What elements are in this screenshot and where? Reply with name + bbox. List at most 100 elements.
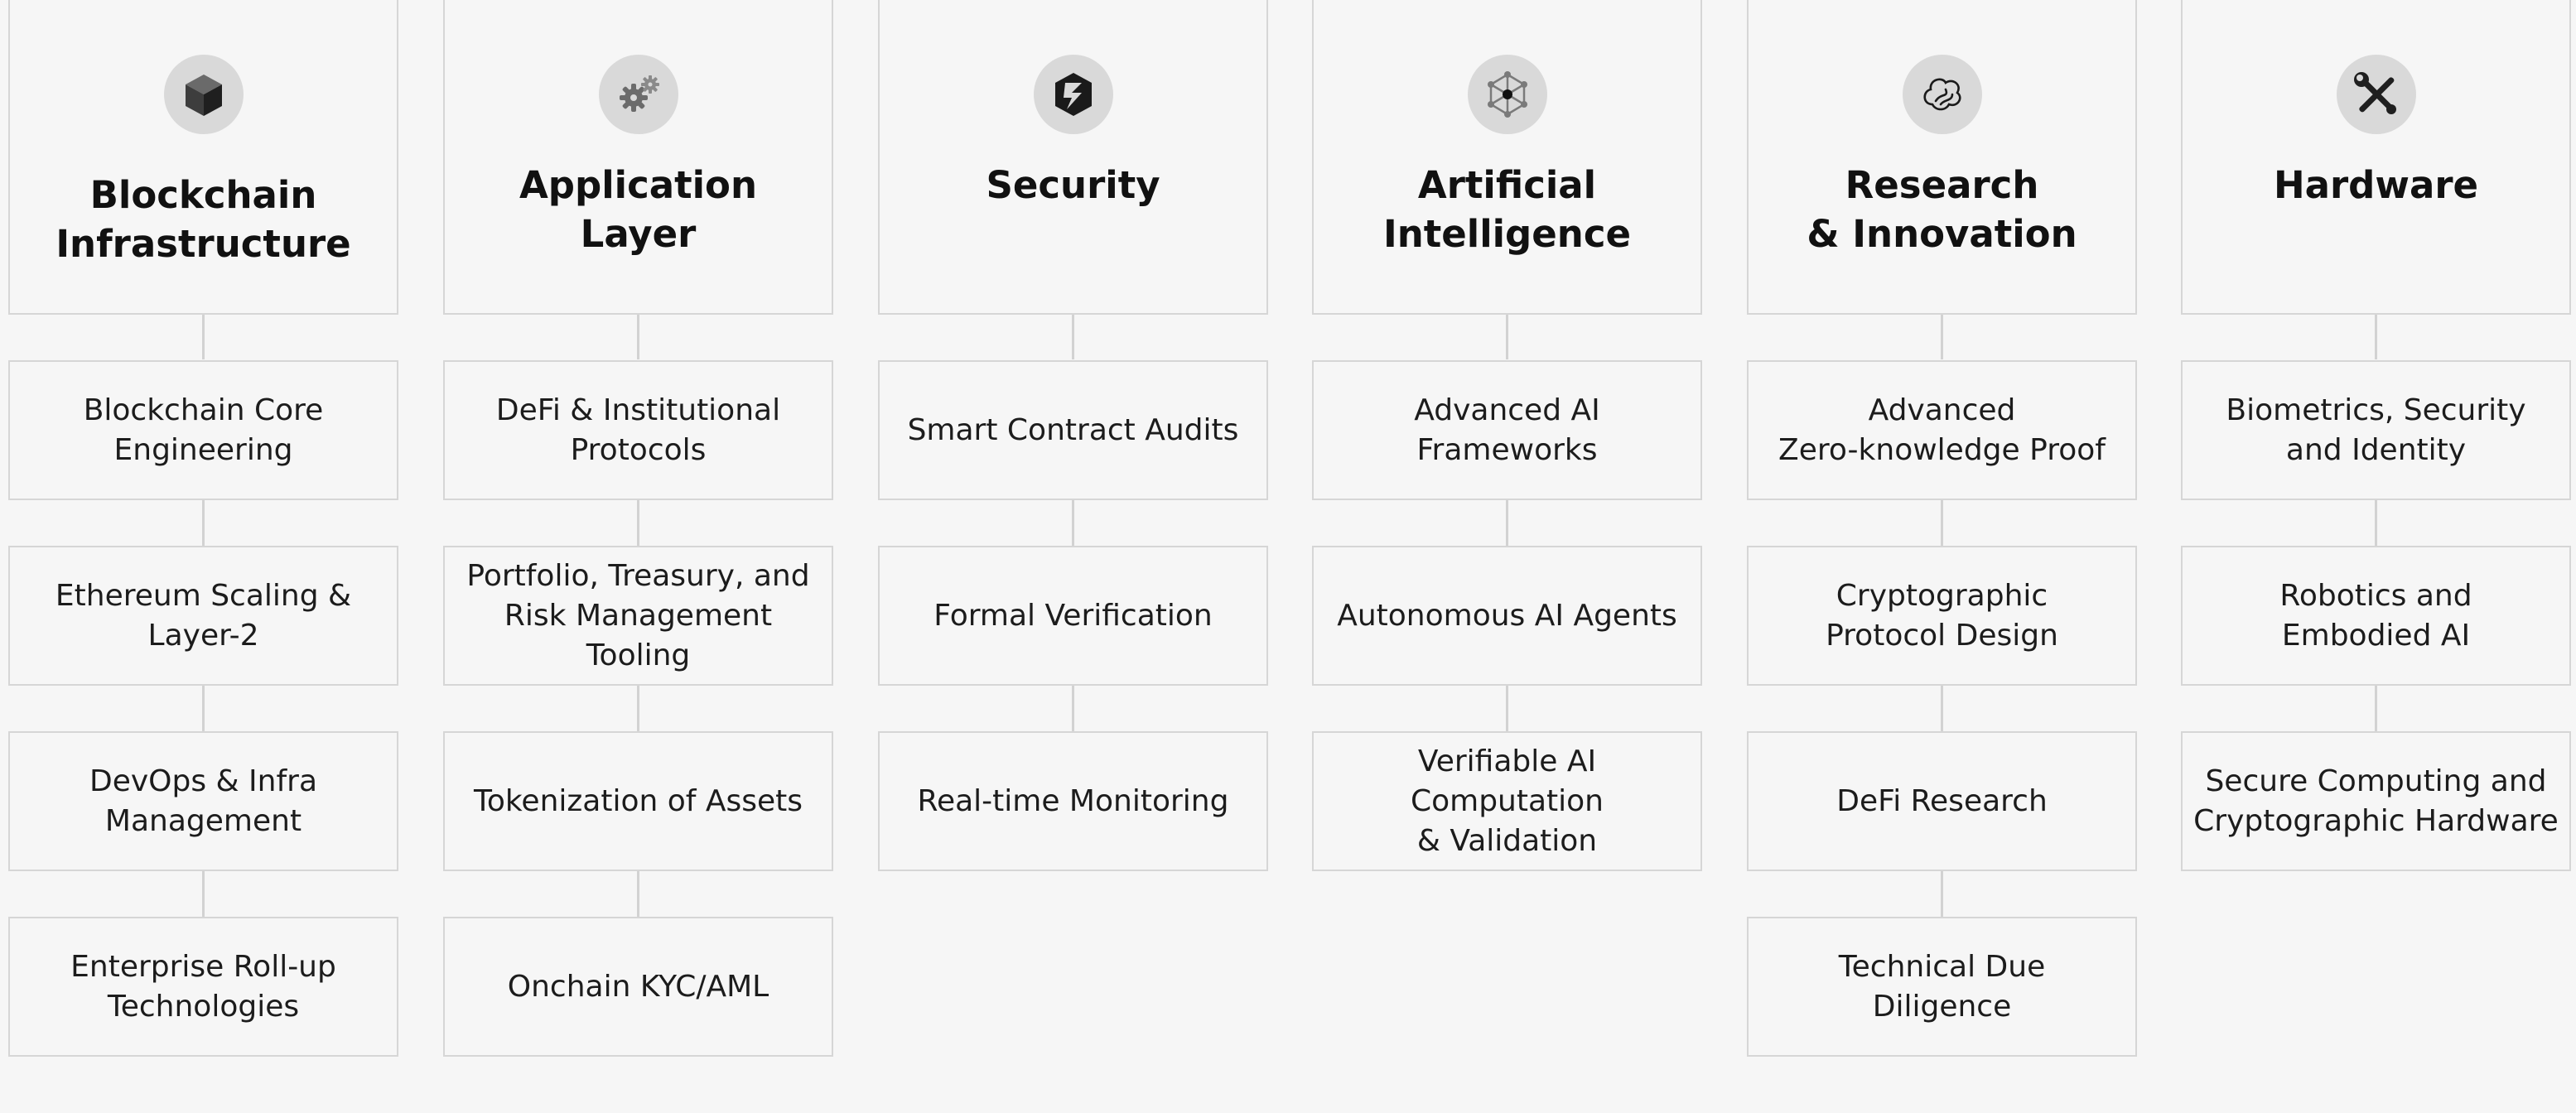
connector-line xyxy=(2375,315,2377,359)
category-title-line: Intelligence xyxy=(1382,212,1632,256)
service-item-label: DeFi Research xyxy=(1826,782,2057,822)
category-title-line: Application xyxy=(519,163,758,207)
service-item: Onchain KYC/AML xyxy=(443,917,833,1057)
service-item-line: Embodied AI xyxy=(2281,618,2471,653)
service-item-line: Verifiable AI Computation xyxy=(1410,744,1604,818)
connector-line xyxy=(637,500,639,546)
category-title: Application Layer xyxy=(445,161,832,258)
service-item-label: Advanced AI Frameworks xyxy=(1404,391,1610,470)
services-diagram: Blockchain Infrastructure Blockchain Core E… xyxy=(0,0,2576,1113)
service-item: Secure Computing and Cryptographic Hardwa… xyxy=(2181,731,2571,871)
network-icon xyxy=(1467,55,1547,134)
category-header-application: Application Layer xyxy=(443,0,833,315)
service-item-label: Formal Verification xyxy=(924,596,1222,636)
category-title-line: Artificial xyxy=(1417,163,1597,207)
service-item-line: Cryptographic xyxy=(1836,578,2048,613)
service-item: Autonomous AI Agents xyxy=(1312,546,1702,686)
category-title-line: Research xyxy=(1845,163,2039,207)
service-item-label: Biometrics, Security and Identity xyxy=(2216,391,2535,470)
service-item: Formal Verification xyxy=(878,546,1268,686)
service-item: DeFi Research xyxy=(1747,731,2137,871)
connector-line xyxy=(202,500,205,546)
service-item-label: DeFi & Institutional Protocols xyxy=(486,391,790,470)
service-item-line: Smart Contract Audits xyxy=(907,412,1239,447)
service-item-label: Smart Contract Audits xyxy=(898,411,1249,450)
service-item-line: Real-time Monitoring xyxy=(917,783,1229,818)
service-item-line: Biometrics, Security xyxy=(2226,393,2526,427)
service-item-line: Cryptographic Hardware xyxy=(2193,803,2559,838)
service-item-label: Autonomous AI Agents xyxy=(1327,596,1687,636)
service-item-line: Advanced AI xyxy=(1414,393,1600,427)
service-item-label: Technical Due Diligence xyxy=(1829,947,2055,1027)
connector-line xyxy=(202,315,205,359)
service-item-line: Engineering xyxy=(113,432,293,467)
service-item-line: and Identity xyxy=(2285,432,2467,467)
service-item-label: DevOps & Infra Management xyxy=(80,762,327,841)
service-item: Advanced AI Frameworks xyxy=(1312,360,1702,500)
service-item-line: Management xyxy=(104,803,302,838)
category-header-research: Research & Innovation xyxy=(1747,0,2137,315)
connector-line xyxy=(2375,686,2377,731)
service-item: Technical Due Diligence xyxy=(1747,917,2137,1057)
service-item-line: Protocol Design xyxy=(1826,618,2058,653)
category-title-line: Blockchain xyxy=(89,173,317,217)
service-item-line: Portfolio, Treasury, and xyxy=(466,558,810,593)
service-item-label: Blockchain Core Engineering xyxy=(74,391,334,470)
service-item-label: Onchain KYC/AML xyxy=(498,967,779,1007)
service-item-label: Tokenization of Assets xyxy=(464,782,813,822)
service-item-label: Secure Computing and Cryptographic Hardwa… xyxy=(2183,762,2569,841)
category-title-line: Infrastructure xyxy=(55,222,351,266)
service-item-line: Autonomous AI Agents xyxy=(1337,598,1677,633)
connector-line xyxy=(202,871,205,917)
category-title: Research & Innovation xyxy=(1749,161,2135,258)
connector-line xyxy=(1941,871,1943,917)
service-item-line: DeFi Research xyxy=(1836,783,2048,818)
service-item: Robotics and Embodied AI xyxy=(2181,546,2571,686)
connector-line xyxy=(637,315,639,359)
connector-line xyxy=(1072,315,1074,359)
service-item: Biometrics, Security and Identity xyxy=(2181,360,2571,500)
service-item: Verifiable AI Computation & Validation xyxy=(1312,731,1702,871)
service-item: Real-time Monitoring xyxy=(878,731,1268,871)
connector-line xyxy=(1941,500,1943,546)
service-item: Ethereum Scaling & Layer-2 xyxy=(8,546,398,686)
service-item-label: Verifiable AI Computation & Validation xyxy=(1314,742,1700,861)
connector-line xyxy=(1506,500,1508,546)
service-item-line: Zero-knowledge Proof xyxy=(1778,432,2106,467)
service-item-line: Enterprise Roll-up xyxy=(70,949,336,984)
category-title: Hardware xyxy=(2183,161,2569,210)
service-item-label: Enterprise Roll-up Technologies xyxy=(60,947,346,1027)
category-title-line: & Innovation xyxy=(1807,212,2077,256)
service-item-line: Onchain KYC/AML xyxy=(507,969,769,1004)
service-item-line: Technical Due xyxy=(1838,949,2046,984)
service-item: Cryptographic Protocol Design xyxy=(1747,546,2137,686)
category-title-line: Layer xyxy=(580,212,697,256)
connector-line xyxy=(637,871,639,917)
category-header-security: Security xyxy=(878,0,1268,315)
service-item-line: & Validation xyxy=(1416,823,1598,858)
category-header-hardware: Hardware xyxy=(2181,0,2571,315)
service-item-label: Real-time Monitoring xyxy=(908,782,1239,822)
service-item-label: Ethereum Scaling & Layer-2 xyxy=(46,576,361,656)
service-item-line: DeFi & Institutional xyxy=(495,393,781,427)
service-item-line: Tokenization of Assets xyxy=(473,783,803,818)
connector-line xyxy=(1506,315,1508,359)
category-header-ai: Artificial Intelligence xyxy=(1312,0,1702,315)
gears-icon xyxy=(598,55,678,134)
category-title: Artificial Intelligence xyxy=(1314,161,1700,258)
connector-line xyxy=(1506,686,1508,731)
service-item-line: Technologies xyxy=(107,989,300,1024)
service-item-line: Secure Computing and xyxy=(2205,764,2547,798)
category-title-line: Hardware xyxy=(2273,163,2479,207)
service-item-line: Layer-2 xyxy=(147,618,259,653)
category-header-blockchain: Blockchain Infrastructure xyxy=(8,0,398,315)
service-item-line: Formal Verification xyxy=(933,598,1213,633)
service-item: DeFi & Institutional Protocols xyxy=(443,360,833,500)
service-item: Portfolio, Treasury, and Risk Management … xyxy=(443,546,833,686)
service-item: Advanced Zero-knowledge Proof xyxy=(1747,360,2137,500)
service-item-line: Protocols xyxy=(570,432,707,467)
cube-icon xyxy=(163,55,244,134)
service-item: Tokenization of Assets xyxy=(443,731,833,871)
service-item: Smart Contract Audits xyxy=(878,360,1268,500)
connector-line xyxy=(2375,500,2377,546)
